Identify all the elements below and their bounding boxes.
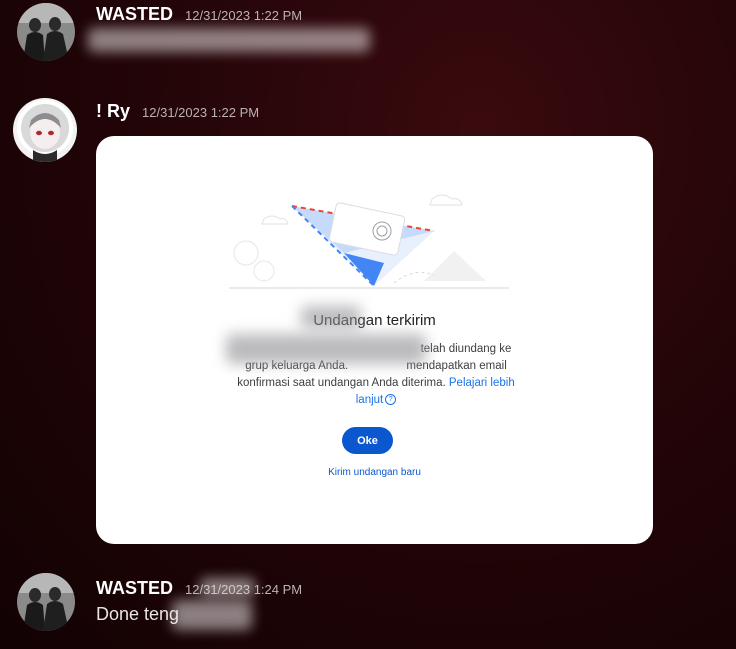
message-line-4: lanjut? [226, 392, 526, 409]
message-text: telah diundang ke [420, 343, 512, 355]
ok-button[interactable]: Oke [342, 427, 393, 454]
avatar[interactable] [17, 3, 75, 61]
message-timestamp: 12/31/2023 1:22 PM [185, 8, 303, 23]
redacted-timestamp-part [200, 578, 255, 596]
message-text: Done teng [96, 604, 180, 624]
avatar-photo-ry [13, 98, 77, 162]
message-author[interactable]: WASTED [96, 578, 173, 599]
avatar[interactable] [17, 573, 75, 631]
message-timestamp: 12/31/2023 1:22 PM [142, 105, 260, 120]
message-text: konfirmasi saat undangan Anda diterima. [237, 377, 446, 389]
redacted-title-part [301, 306, 361, 328]
learn-more-link[interactable]: Pelajari lebih [449, 377, 515, 389]
avatar[interactable] [13, 98, 77, 162]
help-icon[interactable]: ? [385, 394, 397, 406]
learn-more-link[interactable]: lanjut [356, 394, 384, 406]
message-header: ! Ry 12/31/2023 1:22 PM [96, 101, 259, 122]
avatar-photo-wasted [17, 3, 75, 61]
redacted-message-text [88, 28, 370, 52]
send-new-invite-link[interactable]: Kirim undangan baru [96, 467, 653, 478]
attached-image[interactable]: Undangan terkirim telah diundang ke grup… [96, 136, 653, 544]
redacted-email [226, 334, 426, 364]
message-author[interactable]: ! Ry [96, 101, 130, 122]
message-header: WASTED 12/31/2023 1:22 PM [96, 4, 302, 25]
message-author[interactable]: WASTED [96, 4, 173, 25]
redacted-message-text [172, 600, 252, 630]
avatar-photo-wasted [17, 573, 75, 631]
message-line-3: konfirmasi saat undangan Anda diterima. … [226, 375, 526, 392]
dialog-title: Undangan terkirim [313, 312, 436, 329]
paper-plane-illustration [229, 194, 509, 289]
